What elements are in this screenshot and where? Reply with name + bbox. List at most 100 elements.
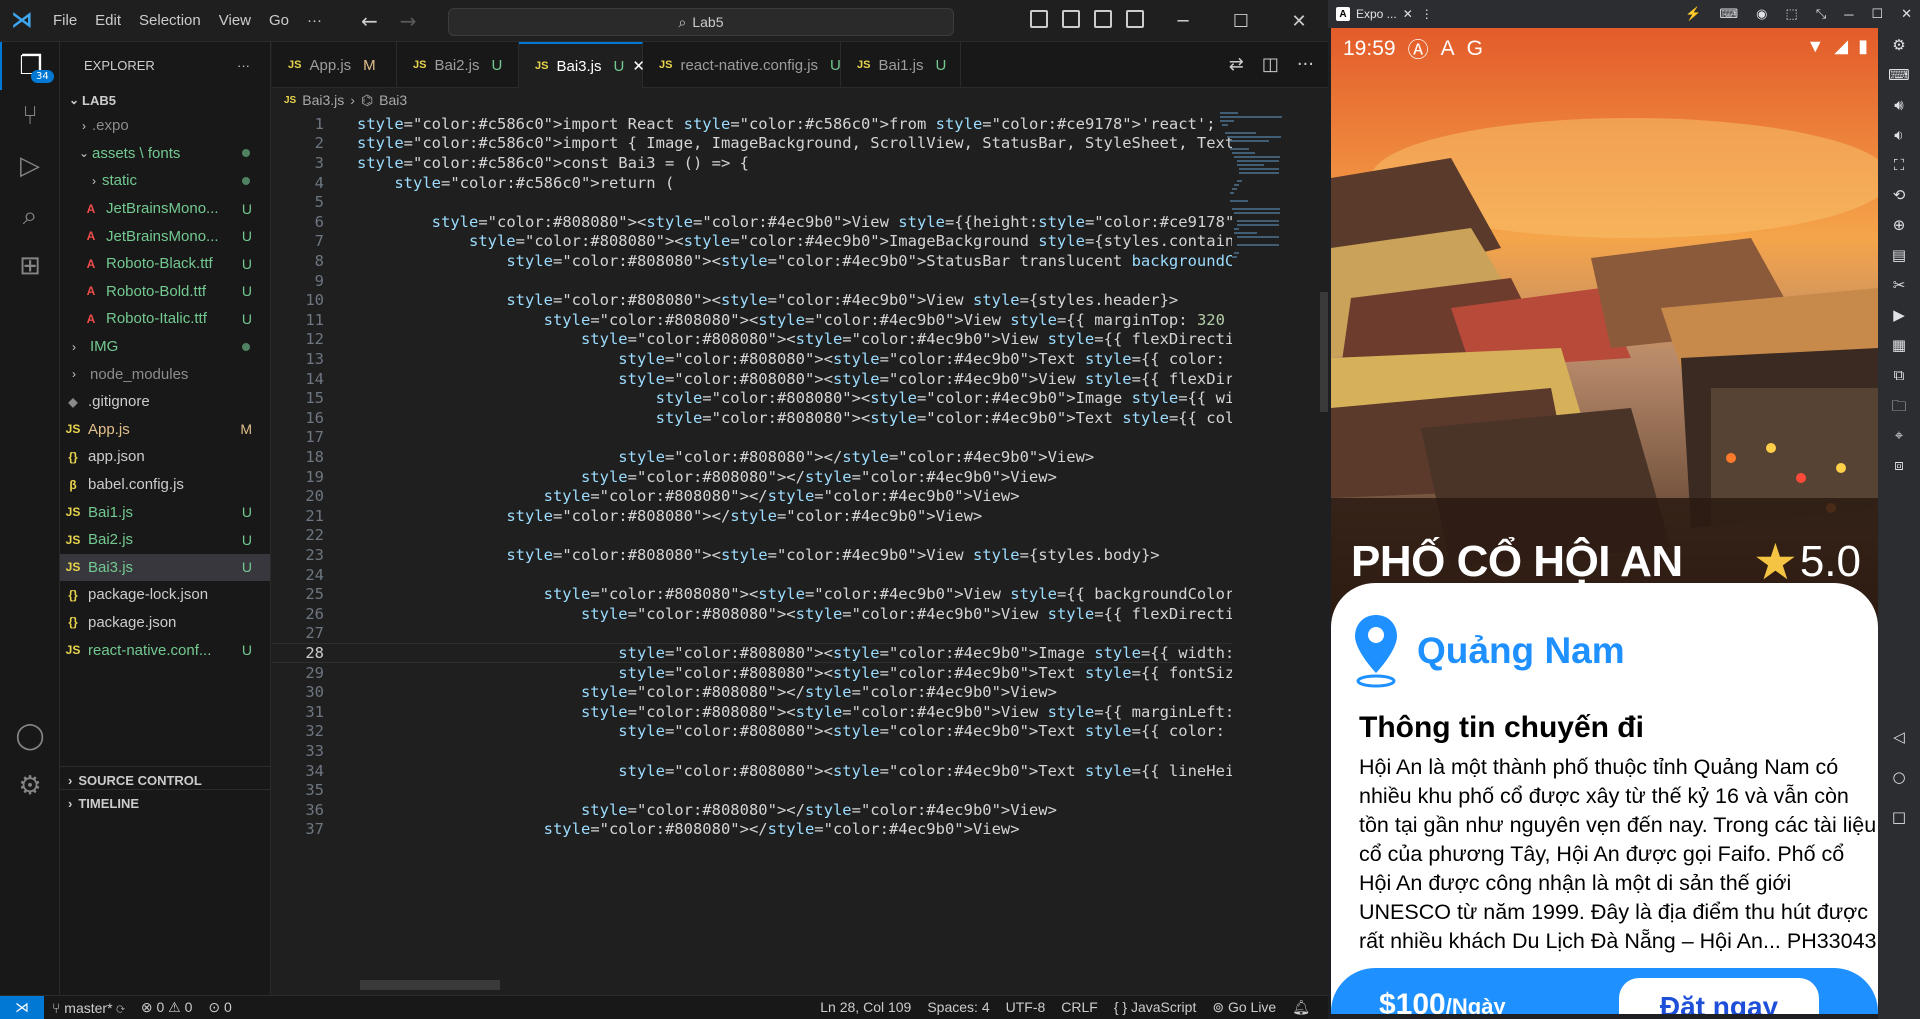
tree-folder-img[interactable]: › IMG: [60, 333, 270, 361]
minimize-icon[interactable]: ─: [1154, 0, 1212, 42]
code-line[interactable]: 6 style="color:#808080"><style="color:#4…: [272, 212, 1232, 232]
tree-folder-assets-fonts[interactable]: ⌄ assets \ fonts: [60, 140, 270, 168]
tree-file-font[interactable]: A JetBrainsMono... U: [60, 222, 270, 250]
extensions-icon[interactable]: ⊞: [0, 242, 60, 290]
account-icon[interactable]: ◯: [0, 712, 60, 760]
location-icon[interactable]: ⌖: [1878, 426, 1920, 444]
code-line[interactable]: 32 style="color:#808080"><style="color:#…: [272, 722, 1232, 742]
close-icon[interactable]: ✕: [1901, 6, 1912, 22]
customize-layout-icon[interactable]: [1126, 10, 1144, 28]
code-line[interactable]: 23 style="color:#808080"><style="color:#…: [272, 545, 1232, 565]
code-editor[interactable]: 1 style="color:#c586c0">import React styl…: [272, 112, 1232, 992]
branch-status[interactable]: ⑂ master* ⟳: [44, 1000, 133, 1016]
tree-file-font[interactable]: A Roboto-Italic.ttf U: [60, 305, 270, 333]
compare-changes-icon[interactable]: ⇄: [1229, 54, 1244, 75]
cut-icon[interactable]: ✂: [1878, 276, 1920, 294]
menu-more[interactable]: ···: [298, 12, 331, 29]
language-mode[interactable]: { } JavaScript: [1106, 999, 1205, 1016]
fullscreen-icon[interactable]: ⛶: [1878, 156, 1920, 174]
code-line[interactable]: 31 style="color:#808080"><style="color:#…: [272, 702, 1232, 722]
menu-edit[interactable]: Edit: [86, 12, 130, 29]
split-editor-icon[interactable]: ◫: [1262, 54, 1279, 75]
ports-status[interactable]: ⊙ 0: [200, 999, 239, 1016]
code-line[interactable]: 19 style="color:#808080"></style="color:…: [272, 467, 1232, 487]
tree-file-font[interactable]: A JetBrainsMono... U: [60, 195, 270, 223]
maximize-icon[interactable]: ☐: [1871, 6, 1883, 22]
code-line[interactable]: 13 style="color:#808080"><style="color:#…: [272, 349, 1232, 369]
code-line[interactable]: 11 style="color:#808080"><style="color:#…: [272, 310, 1232, 330]
code-line[interactable]: 7 style="color:#808080"><style="color:#4…: [272, 232, 1232, 252]
code-line[interactable]: 10 style="color:#808080"><style="color:#…: [272, 290, 1232, 310]
code-line[interactable]: 24: [272, 565, 1232, 585]
keyboard-icon[interactable]: ⌨: [1878, 66, 1920, 84]
code-line[interactable]: 9: [272, 271, 1232, 291]
menu-go[interactable]: Go: [260, 12, 298, 29]
code-line[interactable]: 34 style="color:#808080"><style="color:#…: [272, 761, 1232, 781]
book-now-button[interactable]: Đặt ngay: [1619, 978, 1819, 1014]
multi-instance-icon[interactable]: ▦: [1878, 336, 1920, 354]
apk-icon[interactable]: ▤: [1878, 246, 1920, 264]
folder-icon[interactable]: 🗀: [1878, 396, 1920, 421]
vertical-scrollbar[interactable]: [1320, 292, 1328, 412]
code-line[interactable]: 26 style="color:#808080"><style="color:#…: [272, 604, 1232, 624]
install-apk-icon[interactable]: ⊕: [1878, 216, 1920, 234]
account-icon[interactable]: ◉: [1756, 6, 1767, 22]
cursor-position[interactable]: Ln 28, Col 109: [812, 999, 919, 1016]
notifications-bell-icon[interactable]: 🔔︎: [1284, 999, 1318, 1016]
source-control-icon[interactable]: ⑂: [0, 92, 60, 140]
tree-file-package-json[interactable]: {} package.json: [60, 609, 270, 637]
code-line[interactable]: 12 style="color:#808080"><style="color:#…: [272, 330, 1232, 350]
record-icon[interactable]: ▶: [1878, 306, 1920, 324]
tree-file-bai3[interactable]: JS Bai3.js U: [60, 553, 270, 582]
horizontal-scrollbar[interactable]: [360, 980, 500, 990]
code-line[interactable]: 17: [272, 428, 1232, 448]
code-line[interactable]: 20 style="color:#808080"></style="color:…: [272, 486, 1232, 506]
performance-icon[interactable]: ⚡: [1685, 6, 1701, 22]
toggle-panel-icon[interactable]: [1062, 10, 1080, 28]
tab-bai1-js[interactable]: JS Bai1.js U: [841, 42, 961, 88]
tree-file-bai1[interactable]: JS Bai1.js U: [60, 498, 270, 526]
problems-status[interactable]: ⊗ 0 ⚠ 0: [133, 999, 201, 1016]
rotate-icon[interactable]: ⟲: [1878, 186, 1920, 204]
breadcrumb-file[interactable]: Bai3.js: [302, 92, 344, 108]
code-line[interactable]: 28 style="color:#808080"><style="color:#…: [272, 643, 1232, 663]
close-tab-icon[interactable]: ✕: [1403, 7, 1413, 21]
code-line[interactable]: 3 style="color:#c586c0">const Bai3 = () =…: [272, 153, 1232, 173]
tree-root[interactable]: ⌄ LAB5: [60, 88, 270, 112]
code-line[interactable]: 30 style="color:#808080"></style="color:…: [272, 682, 1232, 702]
settings-gear-icon[interactable]: ⚙: [0, 762, 60, 810]
tab-app-js[interactable]: JS App.js M: [272, 42, 397, 88]
recents-icon[interactable]: □: [1878, 808, 1920, 826]
code-line[interactable]: 35: [272, 780, 1232, 800]
indentation[interactable]: Spaces: 4: [919, 999, 997, 1016]
breadcrumb-symbol[interactable]: Bai3: [379, 92, 407, 108]
code-line[interactable]: 2 style="color:#c586c0">import { Image, I…: [272, 134, 1232, 154]
tree-folder-expo[interactable]: › .expo: [60, 112, 270, 140]
back-arrow-icon[interactable]: ←: [361, 9, 378, 33]
code-line[interactable]: 33: [272, 741, 1232, 761]
toggle-sidebar-icon[interactable]: [1030, 10, 1048, 28]
code-line[interactable]: 37 style="color:#808080"></style="color:…: [272, 820, 1232, 840]
code-line[interactable]: 22: [272, 526, 1232, 546]
toggle-secondary-sidebar-icon[interactable]: [1094, 10, 1112, 28]
tree-file-font[interactable]: A Roboto-Bold.ttf U: [60, 278, 270, 306]
tree-file-rn-config[interactable]: JS react-native.conf... U: [60, 636, 270, 664]
resize-icon[interactable]: ⤡: [1816, 6, 1826, 22]
explorer-icon[interactable]: ❐ 34: [0, 42, 60, 90]
tree-file-font[interactable]: A Roboto-Black.ttf U: [60, 250, 270, 278]
tree-file-bai2[interactable]: JS Bai2.js U: [60, 526, 270, 554]
minimize-icon[interactable]: ─: [1844, 7, 1853, 22]
code-line[interactable]: 4 style="color:#c586c0">return (: [272, 173, 1232, 193]
code-line[interactable]: 25 style="color:#808080"><style="color:#…: [272, 584, 1232, 604]
tab-rn-config[interactable]: JS react-native.config.js U: [643, 42, 841, 88]
settings-gear-icon[interactable]: ⚙: [1878, 36, 1920, 54]
more-icon[interactable]: ⋮: [1421, 7, 1433, 21]
code-line[interactable]: 16 style="color:#808080"><style="color:#…: [272, 408, 1232, 428]
code-line[interactable]: 15 style="color:#808080"><style="color:#…: [272, 388, 1232, 408]
code-line[interactable]: 29 style="color:#808080"><style="color:#…: [272, 663, 1232, 683]
line-ending[interactable]: CRLF: [1053, 999, 1106, 1016]
menu-selection[interactable]: Selection: [130, 12, 210, 29]
encoding[interactable]: UTF-8: [998, 999, 1054, 1016]
tree-file-app-js[interactable]: JS App.js M: [60, 416, 270, 444]
tab-bai2-js[interactable]: JS Bai2.js U: [397, 42, 519, 88]
